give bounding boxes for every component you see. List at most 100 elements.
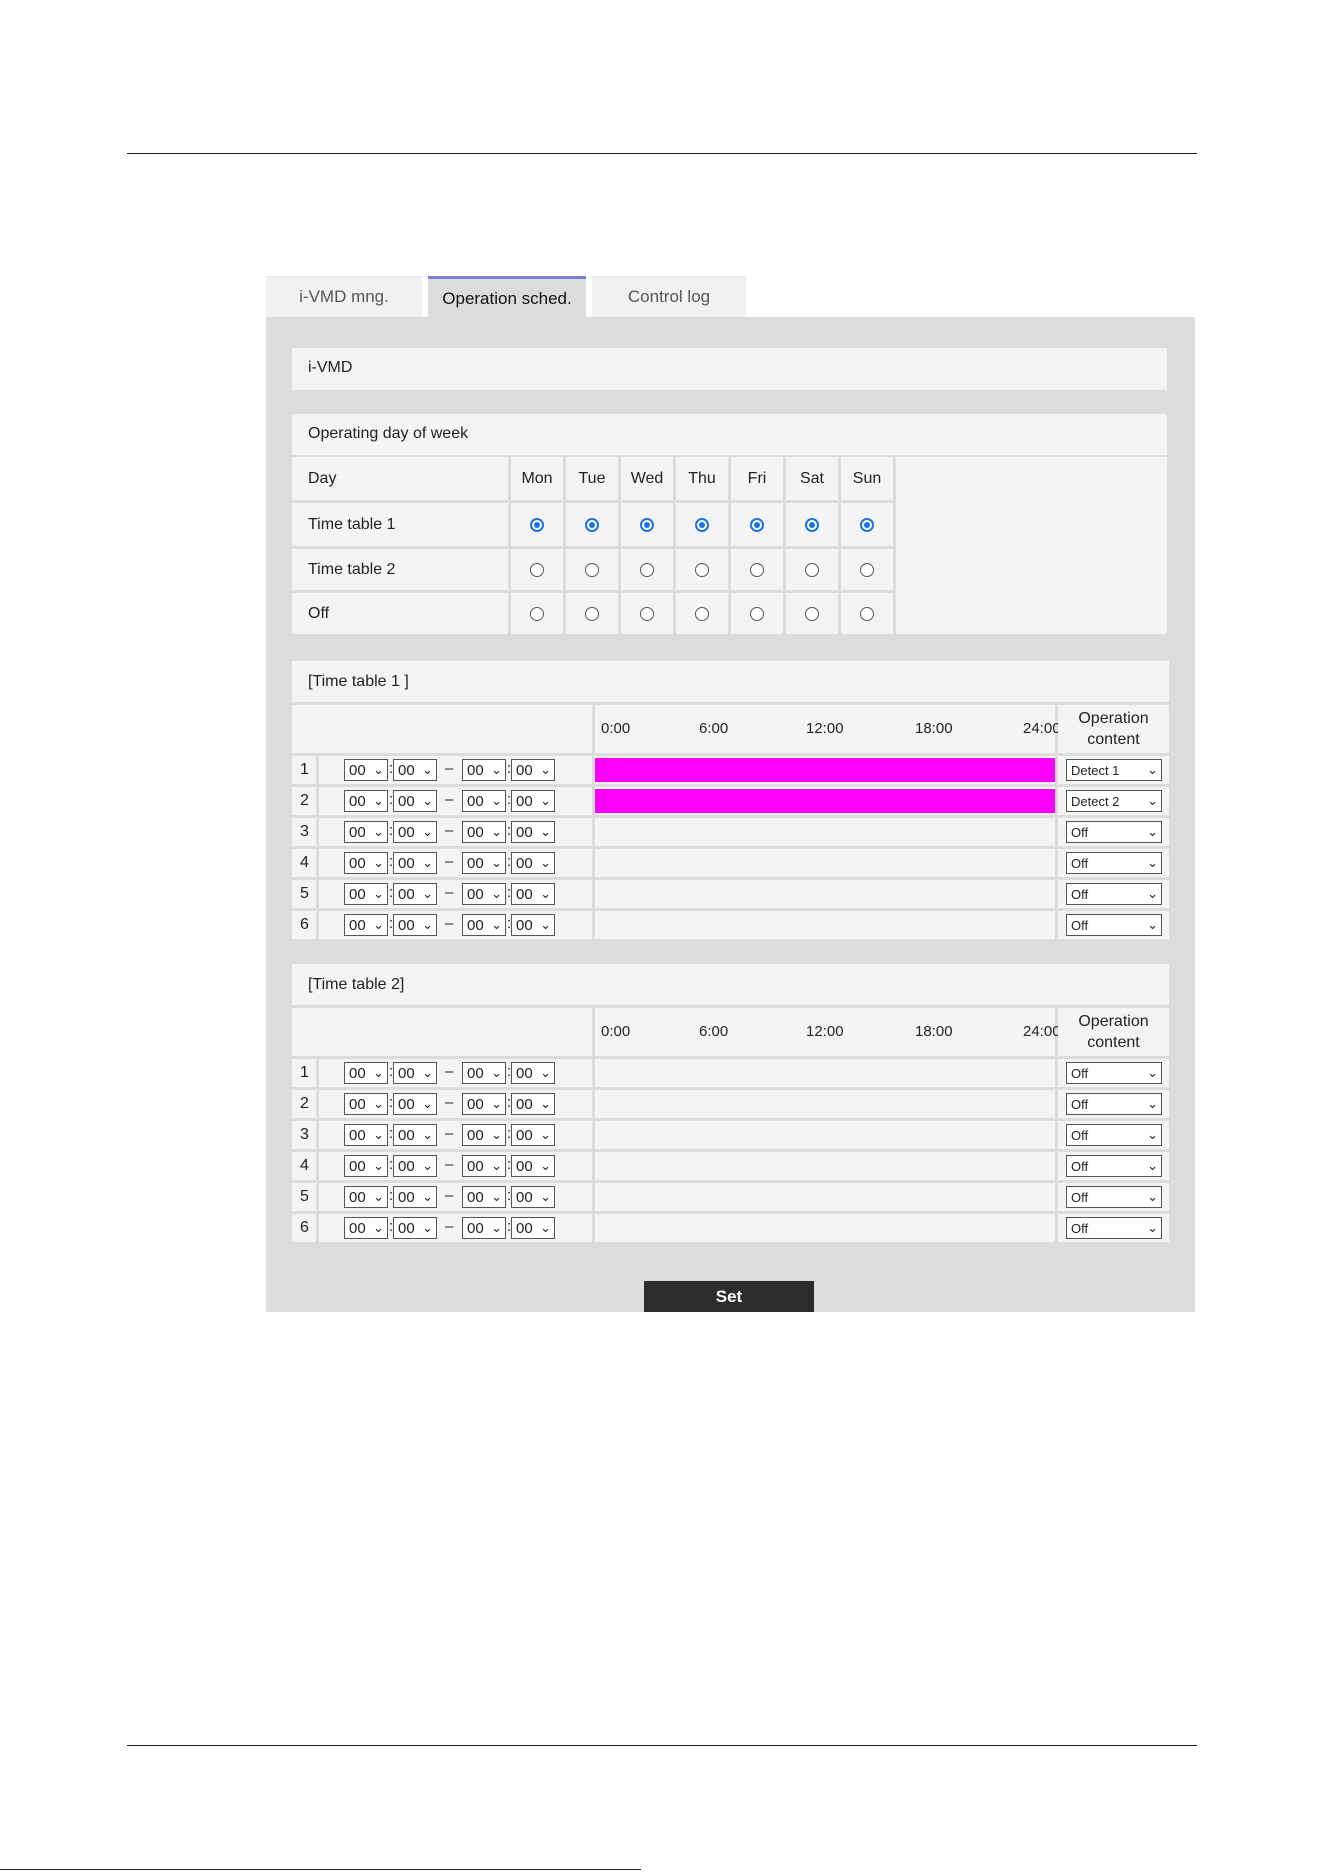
start-minute-select[interactable]: 00 ⌄: [393, 1155, 437, 1177]
end-hour-select[interactable]: 00 ⌄: [462, 914, 506, 936]
tab-ivmd-mng[interactable]: i-VMD mng.: [266, 276, 422, 317]
start-minute-select[interactable]: 00 ⌄: [393, 914, 437, 936]
chevron-down-icon: ⌄: [373, 886, 384, 901]
end-minute-select[interactable]: 00 ⌄: [511, 790, 555, 812]
radio-time-table-2-sat[interactable]: [805, 562, 819, 577]
chevron-down-icon: ⌄: [422, 1065, 433, 1080]
start-minute-select[interactable]: 00 ⌄: [393, 1093, 437, 1115]
start-minute-select[interactable]: 00 ⌄: [393, 1062, 437, 1084]
row-number: 1: [292, 756, 316, 784]
radio-time-table-1-mon[interactable]: [530, 517, 544, 532]
end-hour-select[interactable]: 00 ⌄: [462, 821, 506, 843]
set-button[interactable]: Set: [644, 1281, 814, 1312]
radio-time-table-1-tue[interactable]: [585, 517, 599, 532]
radio-off-tue[interactable]: [585, 606, 599, 621]
end-minute-select[interactable]: 00 ⌄: [511, 1062, 555, 1084]
time-range-selectors: 00 ⌄:00 ⌄ –00 ⌄:00 ⌄: [319, 1214, 592, 1242]
operation-content-select[interactable]: Off ⌄: [1066, 852, 1162, 874]
start-hour-select[interactable]: 00 ⌄: [344, 1093, 388, 1115]
end-minute-select[interactable]: 00 ⌄: [511, 1217, 555, 1239]
start-hour-select[interactable]: 00 ⌄: [344, 1062, 388, 1084]
end-minute-select[interactable]: 00 ⌄: [511, 883, 555, 905]
operation-cell: Off ⌄: [1058, 818, 1169, 846]
chevron-down-icon: ⌄: [1147, 1096, 1158, 1111]
start-hour-select[interactable]: 00 ⌄: [344, 821, 388, 843]
radio-off-sat[interactable]: [805, 606, 819, 621]
start-hour-select[interactable]: 00 ⌄: [344, 759, 388, 781]
radio-time-table-2-wed[interactable]: [640, 562, 654, 577]
select-value: 00: [398, 1219, 415, 1237]
radio-cell: [841, 593, 893, 634]
radio-off-sun[interactable]: [860, 606, 874, 621]
radio-cell: [676, 503, 728, 546]
radio-off-fri[interactable]: [750, 606, 764, 621]
start-minute-select[interactable]: 00 ⌄: [393, 883, 437, 905]
end-hour-select[interactable]: 00 ⌄: [462, 790, 506, 812]
operation-content-select[interactable]: Off ⌄: [1066, 1217, 1162, 1239]
start-minute-select[interactable]: 00 ⌄: [393, 1217, 437, 1239]
select-value: 00: [398, 854, 415, 872]
radio-time-table-2-sun[interactable]: [860, 562, 874, 577]
end-hour-select[interactable]: 00 ⌄: [462, 1124, 506, 1146]
end-minute-select[interactable]: 00 ⌄: [511, 759, 555, 781]
radio-off-thu[interactable]: [695, 606, 709, 621]
operation-content-select[interactable]: Off ⌄: [1066, 1062, 1162, 1084]
end-minute-select[interactable]: 00 ⌄: [511, 821, 555, 843]
end-hour-select[interactable]: 00 ⌄: [462, 1093, 506, 1115]
end-minute-select[interactable]: 00 ⌄: [511, 1124, 555, 1146]
radio-off-wed[interactable]: [640, 606, 654, 621]
start-minute-select[interactable]: 00 ⌄: [393, 852, 437, 874]
operation-content-select[interactable]: Off ⌄: [1066, 883, 1162, 905]
start-hour-select[interactable]: 00 ⌄: [344, 852, 388, 874]
radio-time-table-1-thu[interactable]: [695, 517, 709, 532]
radio-time-table-1-fri[interactable]: [750, 517, 764, 532]
start-hour-select[interactable]: 00 ⌄: [344, 1217, 388, 1239]
end-minute-select[interactable]: 00 ⌄: [511, 852, 555, 874]
end-hour-select[interactable]: 00 ⌄: [462, 852, 506, 874]
radio-time-table-2-mon[interactable]: [530, 562, 544, 577]
start-minute-select[interactable]: 00 ⌄: [393, 790, 437, 812]
select-value: 00: [516, 885, 533, 903]
start-hour-select[interactable]: 00 ⌄: [344, 883, 388, 905]
start-minute-select[interactable]: 00 ⌄: [393, 759, 437, 781]
start-hour-select[interactable]: 00 ⌄: [344, 1124, 388, 1146]
operation-content-select[interactable]: Off ⌄: [1066, 1093, 1162, 1115]
start-hour-select[interactable]: 00 ⌄: [344, 1186, 388, 1208]
radio-time-table-1-sun[interactable]: [860, 517, 874, 532]
radio-time-table-1-sat[interactable]: [805, 517, 819, 532]
end-hour-select[interactable]: 00 ⌄: [462, 1186, 506, 1208]
operation-content-select[interactable]: Off ⌄: [1066, 821, 1162, 843]
start-hour-select[interactable]: 00 ⌄: [344, 914, 388, 936]
start-minute-select[interactable]: 00 ⌄: [393, 1186, 437, 1208]
end-hour-select[interactable]: 00 ⌄: [462, 1062, 506, 1084]
start-hour-select[interactable]: 00 ⌄: [344, 1155, 388, 1177]
select-value: 00: [516, 1219, 533, 1237]
radio-time-table-1-wed[interactable]: [640, 517, 654, 532]
end-minute-select[interactable]: 00 ⌄: [511, 1093, 555, 1115]
radio-cell: [731, 593, 783, 634]
tab-control-log[interactable]: Control log: [592, 276, 746, 317]
radio-time-table-2-fri[interactable]: [750, 562, 764, 577]
radio-cell: [621, 503, 673, 546]
end-minute-select[interactable]: 00 ⌄: [511, 1155, 555, 1177]
select-value: 00: [516, 1064, 533, 1082]
start-hour-select[interactable]: 00 ⌄: [344, 790, 388, 812]
tab-operation-sched[interactable]: Operation sched.: [428, 276, 586, 318]
operation-content-select[interactable]: Off ⌄: [1066, 1186, 1162, 1208]
radio-time-table-2-thu[interactable]: [695, 562, 709, 577]
operation-content-select[interactable]: Off ⌄: [1066, 1124, 1162, 1146]
operation-content-select[interactable]: Detect 1 ⌄: [1066, 759, 1162, 781]
end-minute-select[interactable]: 00 ⌄: [511, 914, 555, 936]
end-hour-select[interactable]: 00 ⌄: [462, 883, 506, 905]
radio-time-table-2-tue[interactable]: [585, 562, 599, 577]
operation-content-select[interactable]: Detect 2 ⌄: [1066, 790, 1162, 812]
start-minute-select[interactable]: 00 ⌄: [393, 821, 437, 843]
operation-content-select[interactable]: Off ⌄: [1066, 914, 1162, 936]
start-minute-select[interactable]: 00 ⌄: [393, 1124, 437, 1146]
end-hour-select[interactable]: 00 ⌄: [462, 759, 506, 781]
end-minute-select[interactable]: 00 ⌄: [511, 1186, 555, 1208]
end-hour-select[interactable]: 00 ⌄: [462, 1155, 506, 1177]
operation-content-select[interactable]: Off ⌄: [1066, 1155, 1162, 1177]
radio-off-mon[interactable]: [530, 606, 544, 621]
end-hour-select[interactable]: 00 ⌄: [462, 1217, 506, 1239]
